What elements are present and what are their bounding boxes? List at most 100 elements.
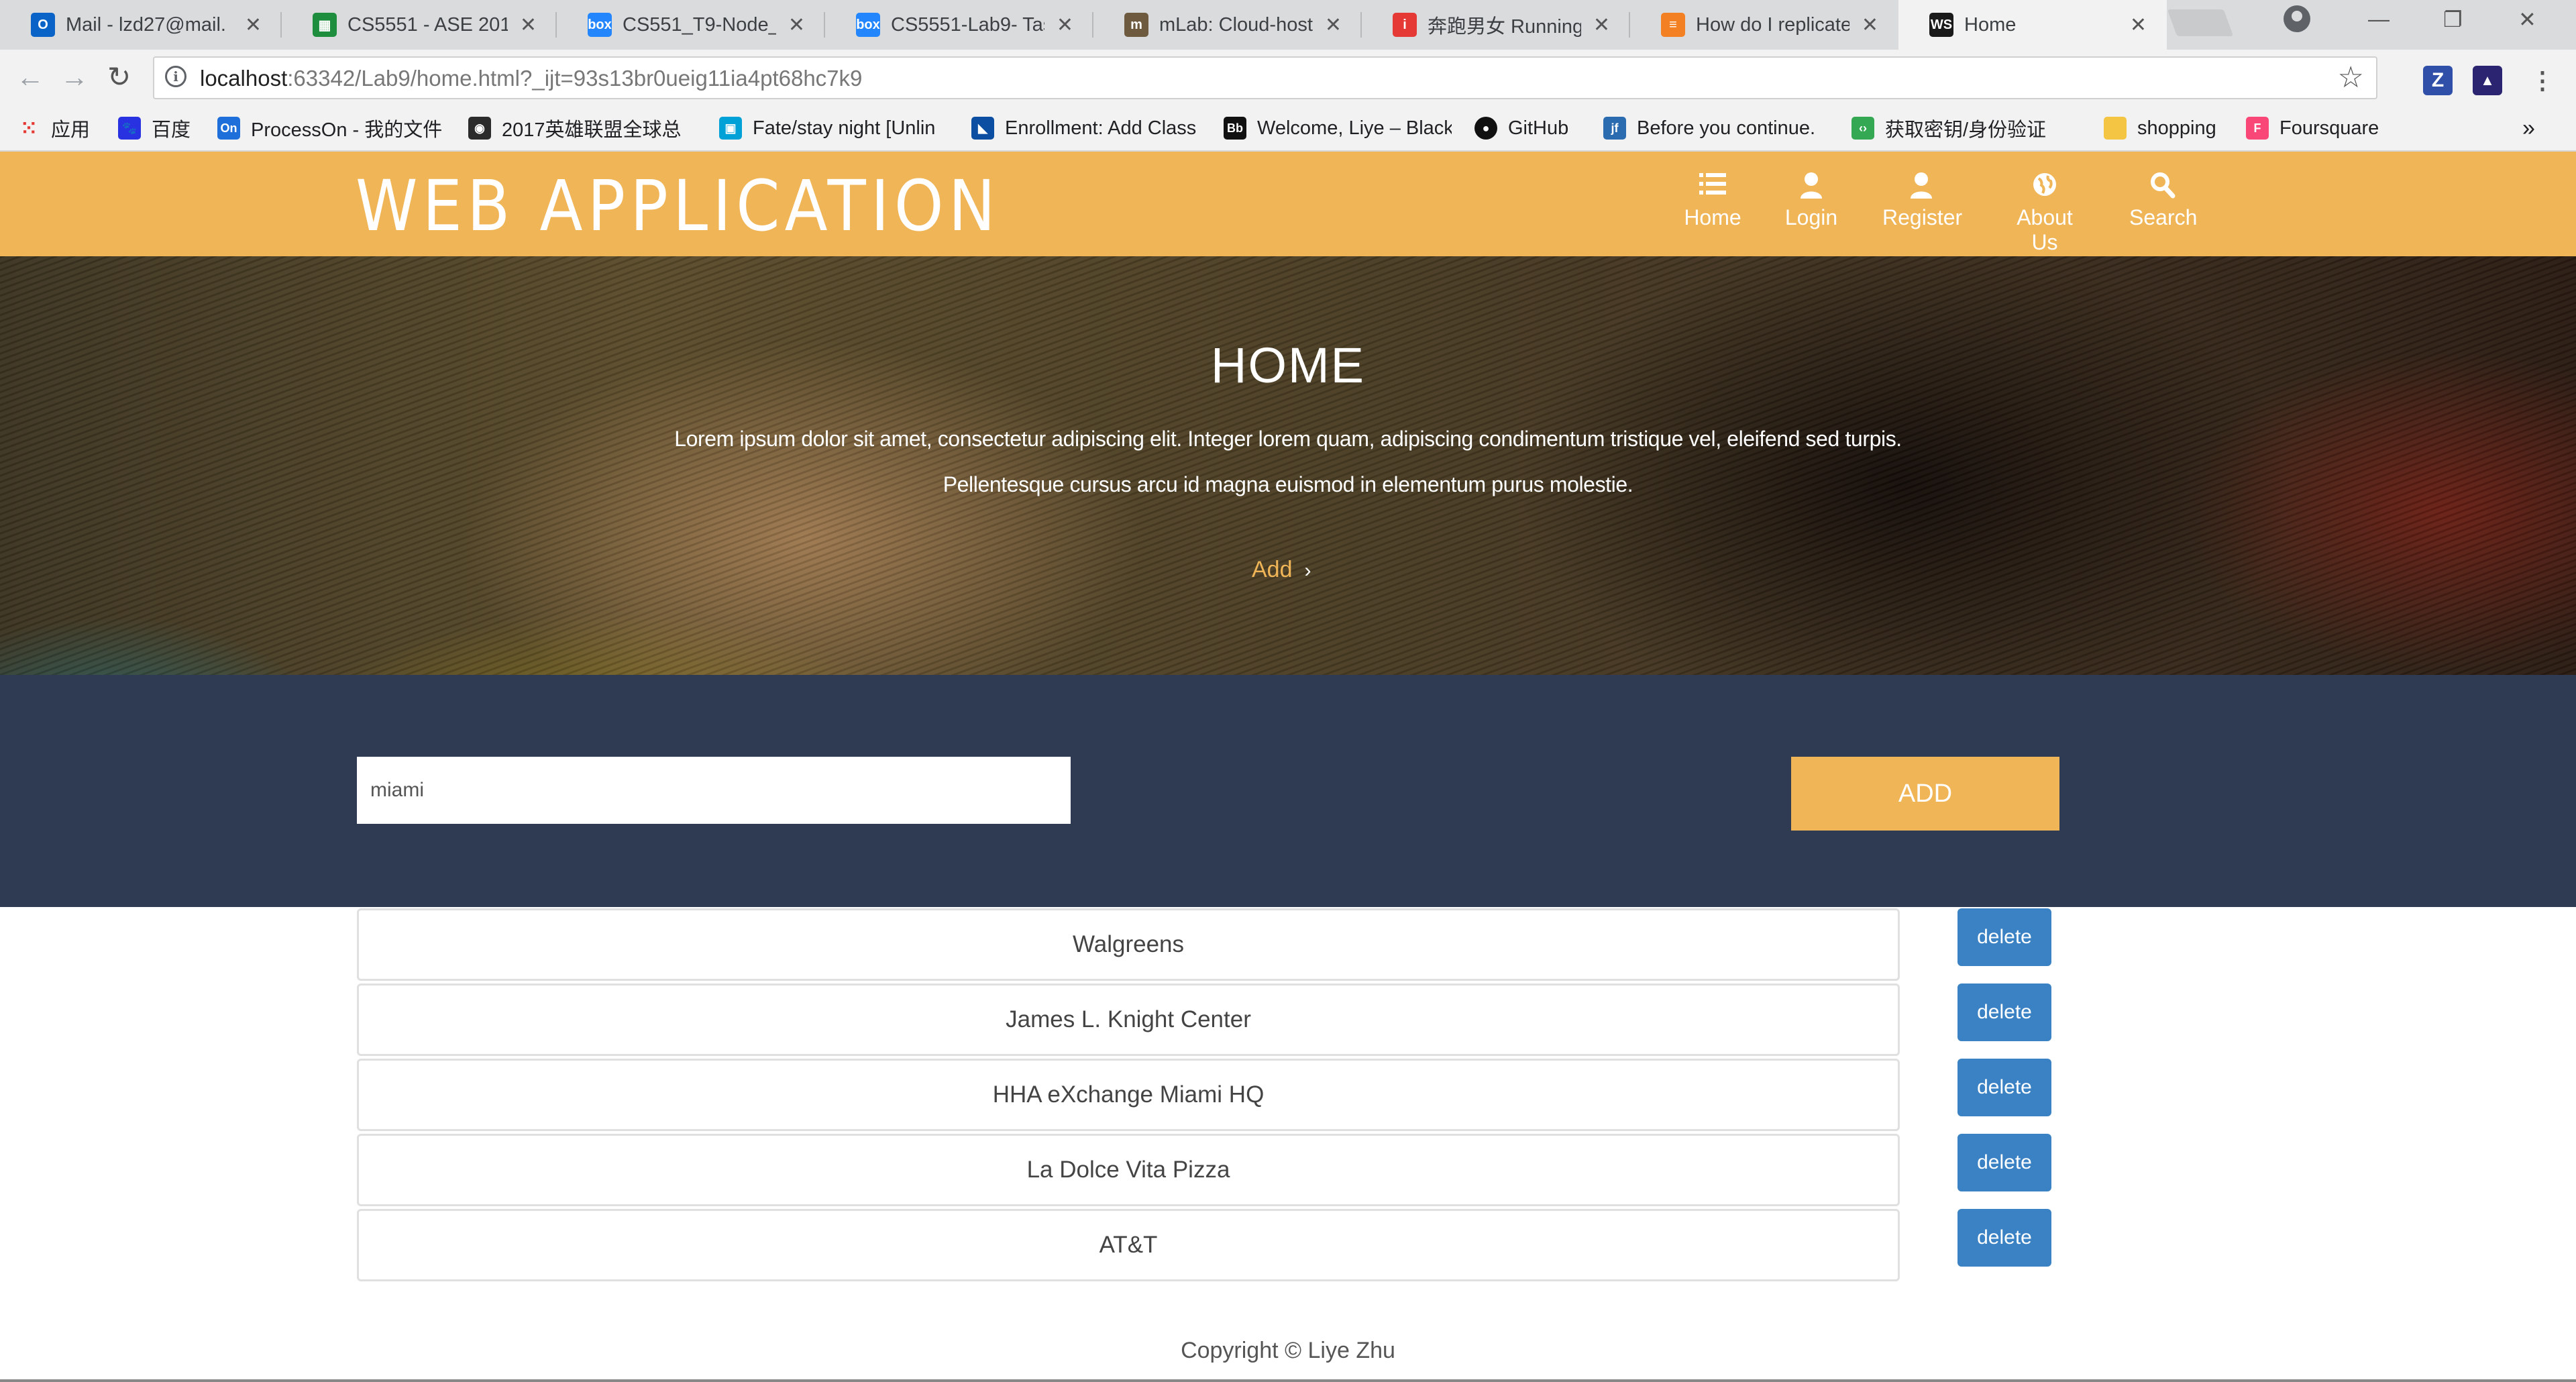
list-item: AT&T <box>357 1209 1900 1281</box>
profile-icon[interactable] <box>2284 5 2310 32</box>
reload-icon[interactable]: ↻ <box>107 60 131 94</box>
nav-label: Login <box>1784 205 1838 229</box>
delete-button[interactable]: delete <box>1957 1134 2051 1191</box>
forward-icon[interactable]: → <box>60 60 89 94</box>
browser-toolbar: ← → ↻ i localhost:63342/Lab9/home.html?_… <box>0 50 2576 106</box>
url-text[interactable]: localhost:63342/Lab9/home.html?_ijt=93s1… <box>200 66 862 91</box>
bookmark-processon[interactable]: On ProcessOn - 我的文件 <box>217 106 445 150</box>
bilibili-icon: ▣ <box>719 117 742 140</box>
close-icon[interactable]: ✕ <box>2130 13 2147 37</box>
close-icon[interactable]: ✕ <box>1862 13 1878 37</box>
bookmark-label: Enrollment: Add Class <box>1005 117 1197 139</box>
baidu-paw-icon: 🐾 <box>118 117 141 140</box>
delete-button[interactable]: delete <box>1957 908 2051 966</box>
browser-tab[interactable]: ≡ How do I replicate ✕ <box>1630 0 1898 50</box>
menu-icon[interactable]: ⋮ <box>2528 66 2557 95</box>
bookmark-fate[interactable]: ▣ Fate/stay night [Unlin <box>719 106 954 150</box>
restore-icon[interactable]: ❐ <box>2443 7 2463 32</box>
chevron-right-icon: › <box>1304 560 1311 582</box>
place-search-input[interactable] <box>357 757 1071 824</box>
jf-icon: jf <box>1603 117 1626 140</box>
bookmark-apps[interactable]: ⁙ 应用 <box>17 106 90 150</box>
user-icon <box>1882 172 1960 201</box>
apps-grid-icon: ⁙ <box>19 116 38 140</box>
nav-home[interactable]: Home <box>1682 172 1743 230</box>
bookmark-baidu[interactable]: 🐾 百度 <box>118 106 191 150</box>
delete-button[interactable]: delete <box>1957 1209 2051 1267</box>
back-icon[interactable]: ← <box>16 60 44 94</box>
bookmark-label: Before you continue. <box>1637 117 1816 139</box>
zotero-extension-icon[interactable]: Z <box>2423 66 2453 95</box>
bookmark-star-icon[interactable]: ☆ <box>2338 60 2364 95</box>
bookmark-label: 获取密钥/身份验证 <box>1885 119 2047 141</box>
site-brand[interactable]: WEB APPLICATION <box>356 165 1000 247</box>
add-place-form: ADD <box>0 675 2576 907</box>
bookmark-lol[interactable]: ◉ 2017英雄联盟全球总 <box>468 106 696 150</box>
enroll-flag-icon: ◣ <box>971 117 994 140</box>
nav-label: Register <box>1882 205 1963 229</box>
running-icon: i <box>1393 13 1417 37</box>
box-icon: box <box>856 13 880 37</box>
bookmark-label: Foursquare <box>2279 117 2379 139</box>
bookmark-jf[interactable]: jf Before you continue. <box>1603 106 1835 150</box>
list-item: La Dolce Vita Pizza <box>357 1134 1900 1206</box>
browser-tab-strip: O Mail - lzd27@mail. ✕ ▦ CS5551 - ASE 20… <box>0 0 2576 50</box>
add-button[interactable]: ADD <box>1791 757 2059 831</box>
close-icon[interactable]: ✕ <box>788 13 805 37</box>
browser-tab[interactable]: box CS551_T9-Node_M ✕ <box>557 0 825 50</box>
minimize-icon[interactable]: — <box>2368 7 2390 32</box>
browser-tab-active[interactable]: WS Home ✕ <box>1898 0 2167 50</box>
stackoverflow-icon: ≡ <box>1661 13 1685 37</box>
bookmark-label: Welcome, Liye – Black <box>1257 117 1452 139</box>
nav-about-us[interactable]: About Us <box>2002 172 2088 255</box>
url-host: localhost <box>200 66 288 91</box>
tab-title: mLab: Cloud-host <box>1159 13 1313 36</box>
tab-title: 奔跑男女 Running <box>1428 16 1581 38</box>
extension-icon[interactable]: ▲ <box>2473 66 2502 95</box>
bookmark-foursquare[interactable]: F Foursquare <box>2246 106 2379 150</box>
browser-tab[interactable]: i 奔跑男女 Running ✕ <box>1362 0 1630 50</box>
browser-tab[interactable]: m mLab: Cloud-host ✕ <box>1093 0 1362 50</box>
bookmark-label: Fate/stay night [Unlin <box>753 117 936 139</box>
hero-title: HOME <box>1211 337 1365 393</box>
close-icon[interactable]: ✕ <box>1325 13 1342 37</box>
folder-icon <box>2104 117 2127 140</box>
bookmark-label: 应用 <box>51 119 91 141</box>
window-close-icon[interactable]: ✕ <box>2518 7 2536 32</box>
nav-login[interactable]: Login <box>1783 172 1839 230</box>
delete-button[interactable]: delete <box>1957 1059 2051 1116</box>
info-icon[interactable]: i <box>165 66 186 87</box>
bookmark-google-dev[interactable]: ‹› 获取密钥/身份验证 <box>1851 106 2046 150</box>
url-path: :63342/Lab9/home.html?_ijt=93s13br0ueig1… <box>287 66 863 91</box>
bookmark-github[interactable]: ● GitHub <box>1474 106 1568 150</box>
bookmark-label: 百度 <box>152 119 191 141</box>
more-bookmarks-button[interactable]: » <box>2522 106 2535 150</box>
bookmark-label: shopping <box>2137 117 2216 139</box>
tab-title: How do I replicate <box>1696 13 1849 36</box>
bookmark-label: GitHub <box>1508 117 1569 139</box>
browser-tab[interactable]: O Mail - lzd27@mail. ✕ <box>0 0 282 50</box>
hero-add-link[interactable]: Add › <box>1252 557 1311 583</box>
close-icon[interactable]: ✕ <box>520 13 537 37</box>
bookmark-enrollment[interactable]: ◣ Enrollment: Add Class <box>971 106 1217 150</box>
list-item: HHA eXchange Miami HQ <box>357 1059 1900 1131</box>
nav-label: Home <box>1684 205 1741 229</box>
blackboard-icon: Bb <box>1224 117 1246 140</box>
close-icon[interactable]: ✕ <box>245 13 262 37</box>
close-icon[interactable]: ✕ <box>1057 13 1073 37</box>
new-tab-button[interactable] <box>2167 9 2234 36</box>
nav-register[interactable]: Register <box>1882 172 1963 230</box>
bookmark-blackboard[interactable]: Bb Welcome, Liye – Black <box>1224 106 1452 150</box>
github-icon: ● <box>1474 117 1497 140</box>
nav-search[interactable]: Search <box>2129 172 2198 230</box>
browser-tab[interactable]: box CS5551-Lab9- Task ✕ <box>825 0 1093 50</box>
delete-button[interactable]: delete <box>1957 984 2051 1041</box>
search-icon <box>2129 172 2196 201</box>
bookmark-folder-shopping[interactable]: shopping <box>2104 106 2216 150</box>
nav-label: Search <box>2129 205 2198 229</box>
browser-tab[interactable]: ▦ CS5551 - ASE 2017 ✕ <box>282 0 557 50</box>
outlook-icon: O <box>31 13 55 37</box>
address-bar[interactable]: i localhost:63342/Lab9/home.html?_ijt=93… <box>153 56 2377 99</box>
close-icon[interactable]: ✕ <box>1593 13 1610 37</box>
list-item: Walgreens <box>357 908 1900 981</box>
